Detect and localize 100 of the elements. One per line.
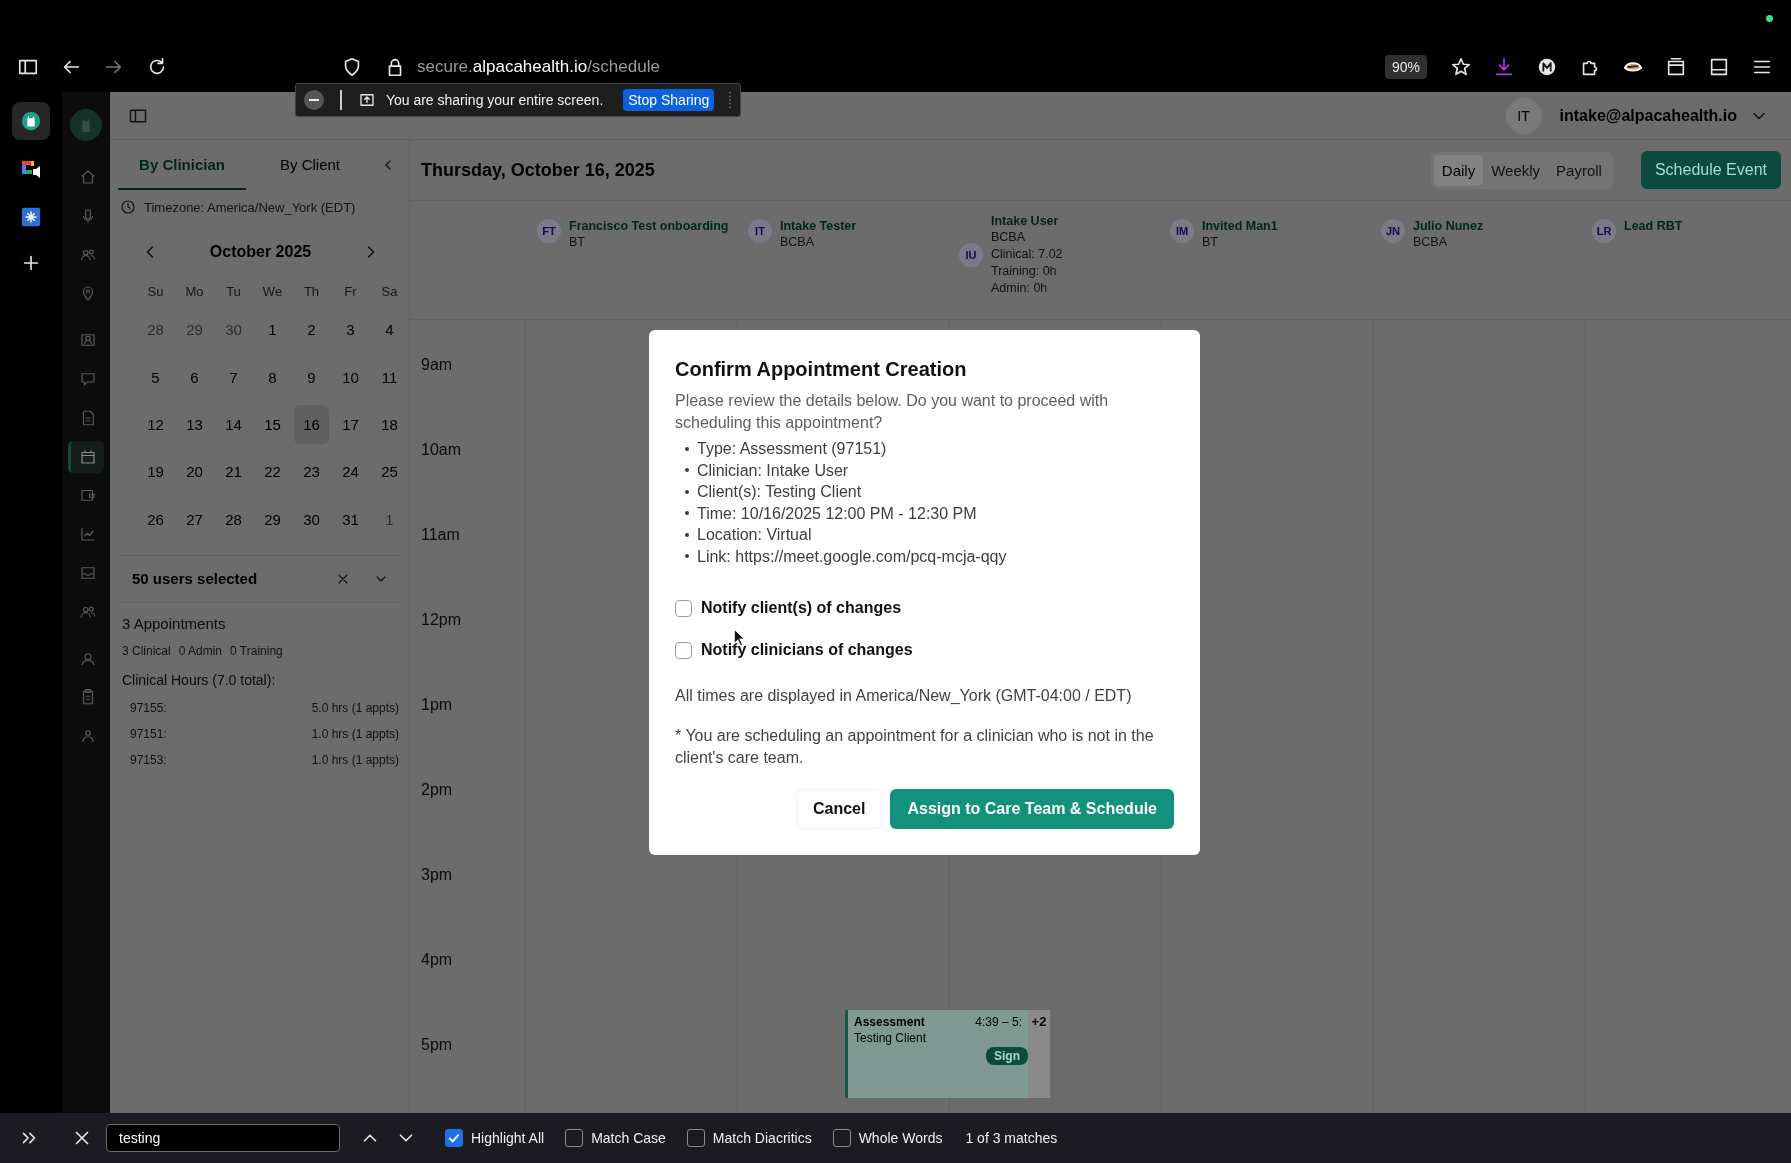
clock-icon <box>120 199 136 215</box>
calendar-day[interactable]: 29 <box>177 310 212 350</box>
detail-text: Clinician: Intake User <box>697 460 849 481</box>
calendar-day[interactable]: 18 <box>372 404 407 445</box>
alpaca-app-icon[interactable] <box>12 102 50 140</box>
clinician-name[interactable]: Julio Nunez <box>1413 219 1484 234</box>
calendar-day[interactable]: 11 <box>372 357 407 397</box>
find-option-checkbox[interactable] <box>445 1129 463 1147</box>
calendar-day[interactable]: 13 <box>177 404 212 445</box>
dialog-title: Confirm Appointment Creation <box>675 357 968 382</box>
calendar-day[interactable]: 10 <box>333 357 368 397</box>
assign-schedule-button[interactable]: Assign to Care Team & Schedule <box>890 789 1174 829</box>
calendar-day[interactable]: 26 <box>138 499 173 539</box>
calendar-day[interactable]: 1 <box>372 499 407 539</box>
find-option-checkbox[interactable] <box>686 1129 705 1147</box>
tab-icon[interactable] <box>1665 56 1687 78</box>
view-tab[interactable]: By Clinician <box>118 140 246 190</box>
calendar-day[interactable]: 30 <box>294 499 329 539</box>
view-mode-tab[interactable]: Daily <box>1433 154 1484 186</box>
calendar-day[interactable]: 21 <box>216 452 251 492</box>
calendar-day[interactable]: 29 <box>255 499 290 539</box>
calendar-day[interactable]: 1 <box>255 310 290 350</box>
calendar-day[interactable]: 15 <box>255 404 290 445</box>
sidebar-icon[interactable] <box>1708 56 1730 78</box>
notify-checkbox[interactable] <box>675 599 692 617</box>
stop-sharing-button[interactable]: Stop Sharing <box>623 89 715 111</box>
calendar-day[interactable]: 28 <box>216 499 251 539</box>
calendar-day[interactable]: 19 <box>138 452 173 492</box>
calendar-day[interactable]: 3 <box>333 310 368 350</box>
find-option-checkbox[interactable] <box>565 1129 584 1147</box>
clinician-name[interactable]: Lead RBT <box>1624 219 1683 234</box>
account-icon[interactable] <box>1536 56 1558 78</box>
find-option-label[interactable]: Whole Words <box>858 1130 943 1146</box>
clinician-name[interactable]: Intake Tester <box>780 219 857 234</box>
account-email[interactable]: intake@alpacahealth.io <box>1559 106 1737 125</box>
calendar-day[interactable]: 20 <box>177 452 212 492</box>
notify-label[interactable]: Notify clinicians of changes <box>701 641 913 659</box>
calendar-day[interactable]: 23 <box>294 452 329 492</box>
find-option-checkbox[interactable] <box>832 1129 851 1147</box>
calendar-day[interactable]: 7 <box>216 357 251 397</box>
calendar-day[interactable]: 6 <box>177 357 212 397</box>
calendar-day[interactable]: 28 <box>138 310 173 350</box>
hour-label: 3pm <box>420 867 453 883</box>
calendar-day[interactable]: 25 <box>372 452 407 492</box>
more-appointments[interactable]: +2 <box>1028 1010 1050 1098</box>
find-field[interactable]: testing <box>106 1124 340 1152</box>
clinician-role: BT <box>569 234 586 251</box>
billing-code: 97155: <box>130 699 167 717</box>
appointment-card[interactable]: Assessment 4:39 – 5: Testing Client Sign <box>845 1010 1028 1098</box>
user-filter[interactable]: 50 users selected <box>132 570 313 588</box>
clinician-avatar: FT <box>537 219 561 243</box>
count-label: 0 Training <box>230 642 283 660</box>
notify-label[interactable]: Notify client(s) of changes <box>701 599 902 617</box>
view-mode-tab[interactable]: Weekly <box>1483 154 1549 186</box>
calendar-day[interactable]: 27 <box>177 499 212 539</box>
bullet-icon <box>685 489 689 494</box>
drag-handle-icon[interactable] <box>728 90 732 110</box>
clinician-avatar: IU <box>959 243 983 267</box>
zoom-level[interactable]: 90% <box>1384 55 1427 79</box>
clinician-avatar: JN <box>1381 219 1405 243</box>
calendar-day[interactable]: 12 <box>138 404 173 445</box>
calendar-day[interactable]: 31 <box>333 499 368 539</box>
calendar-day[interactable]: 17 <box>333 404 368 445</box>
star-icon[interactable] <box>1450 56 1472 78</box>
clinician-avatar: IT <box>748 219 772 243</box>
address-bar[interactable]: secure.alpacahealth.io/schedule <box>417 57 660 77</box>
weekday-label: Th <box>302 282 321 301</box>
find-option-label[interactable]: Match Case <box>591 1130 666 1146</box>
calendar-day[interactable]: 5 <box>138 357 173 397</box>
weekday-label: We <box>261 282 284 301</box>
appointments-count: 3 Appointments <box>122 613 227 634</box>
calendar-day[interactable]: 16 <box>294 404 329 445</box>
clinician-avatar: LR <box>1592 219 1616 243</box>
detail-text: Client(s): Testing Client <box>697 482 862 502</box>
view-mode-tab[interactable]: Payroll <box>1548 154 1610 186</box>
view-tab[interactable]: By Client <box>246 140 374 190</box>
clinician-name[interactable]: Invited Man1 <box>1202 219 1278 234</box>
user-avatar[interactable]: IT <box>1505 97 1542 134</box>
download-icon[interactable] <box>1493 56 1515 78</box>
calendar-day[interactable]: 24 <box>333 452 368 492</box>
calendar-day[interactable]: 2 <box>294 310 329 350</box>
clinician-name[interactable]: Intake User <box>991 213 1063 229</box>
hour-label: 1pm <box>420 697 453 713</box>
minimize-icon[interactable] <box>304 90 324 110</box>
find-option-label[interactable]: Match Diacritics <box>712 1130 812 1146</box>
calendar-day[interactable]: 9 <box>294 357 329 397</box>
hour-label: 2pm <box>420 782 453 798</box>
billing-code: 97153: <box>130 751 167 769</box>
calendar-day[interactable]: 8 <box>255 357 290 397</box>
clinician-role: BCBA <box>1413 234 1449 251</box>
schedule-event-button[interactable]: Schedule Event <box>1640 151 1781 189</box>
calendar-day[interactable]: 30 <box>216 310 251 350</box>
calendar-icon[interactable] <box>68 440 104 473</box>
calendar-day[interactable]: 4 <box>372 310 407 350</box>
calendar-day[interactable]: 14 <box>216 404 251 445</box>
cancel-button[interactable]: Cancel <box>796 789 883 829</box>
find-option-label[interactable]: Highlight All <box>471 1130 545 1146</box>
calendar-day[interactable]: 22 <box>255 452 290 492</box>
clinician-name[interactable]: Francisco Test onboarding <box>569 219 729 234</box>
notify-checkbox[interactable] <box>675 641 692 659</box>
